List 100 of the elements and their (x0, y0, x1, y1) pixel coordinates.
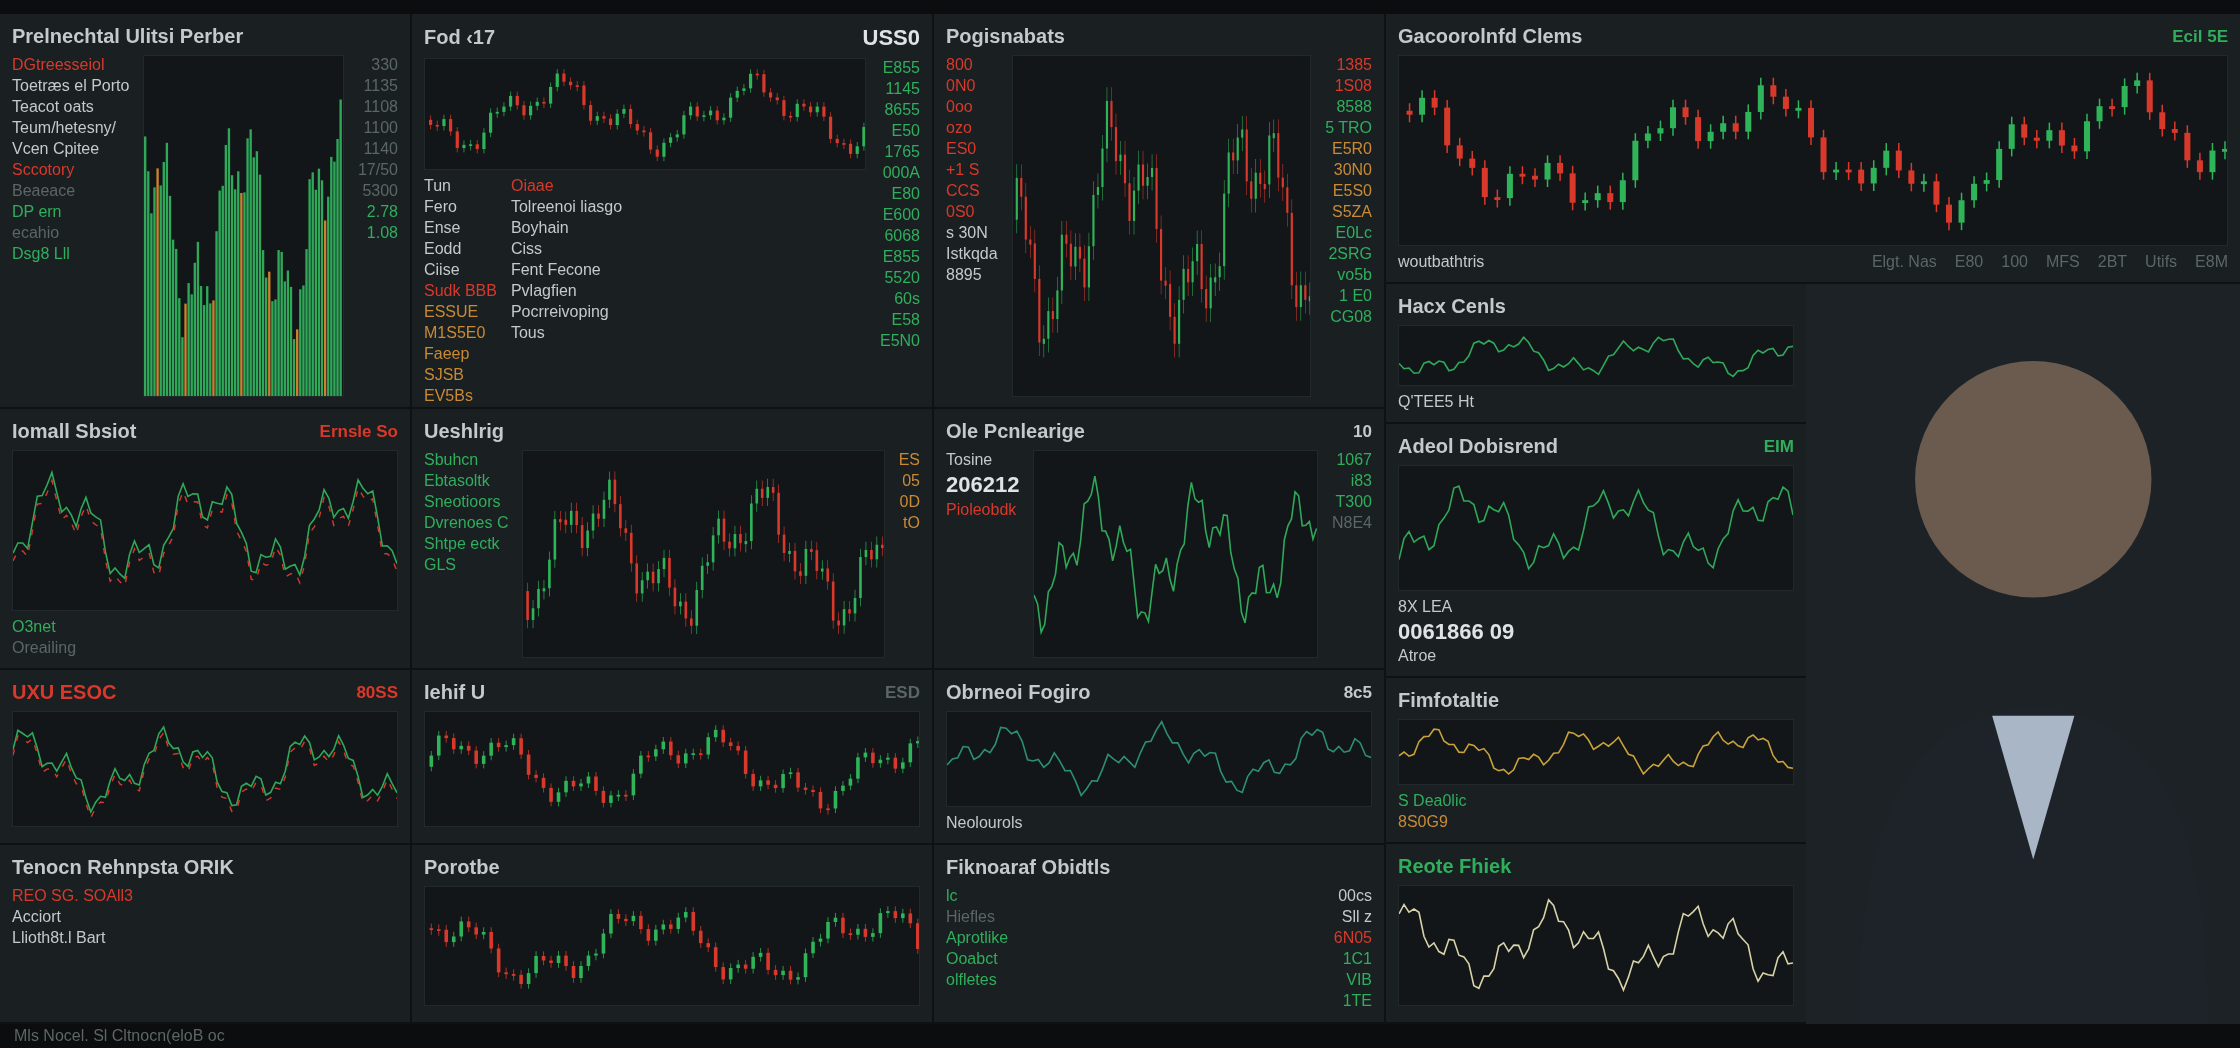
axis-label: 100 (2001, 252, 2028, 272)
data-label: olfletes (946, 969, 998, 990)
data-value: 1140 (363, 139, 398, 159)
data-value: 6N05 (1333, 927, 1372, 948)
panel-value: USS0 (862, 24, 920, 52)
panel-title: Fimfotaltie (1398, 688, 1500, 714)
data-label: Tolreenoi liasgo (510, 196, 623, 217)
data-label: ESSUE (424, 301, 480, 322)
panel-title: Adeol Dobisrend (1398, 434, 1558, 460)
data-label: Pvlagfien (510, 280, 578, 301)
data-value: VIB (1346, 969, 1372, 990)
data-value: 1108 (363, 97, 398, 117)
data-value: 30N0 (1333, 160, 1372, 180)
data-label: Beaeace (12, 181, 77, 201)
data-value: 1765 (884, 141, 920, 162)
data-value: 00cs (1338, 885, 1372, 906)
data-label: Fent Fecone (510, 259, 602, 280)
data-label: O3net (12, 616, 57, 637)
panel-title: Pogisnabats (946, 24, 1065, 49)
data-value: N8E4 (1331, 513, 1372, 534)
data-value: 17/50 (357, 160, 398, 180)
data-value: 000A (882, 162, 920, 183)
data-value: 2.78 (366, 202, 398, 222)
panel-title: Iomall Sbsiot (12, 419, 137, 445)
axis-label: Elgt. Nas (1871, 252, 1937, 272)
data-label: Boyhain (510, 217, 570, 238)
data-label: Sudk BBB (424, 280, 497, 301)
data-label: 8X LEA (1398, 596, 1454, 617)
data-value: 5 TRO (1325, 118, 1372, 138)
axis-label: E8M (2195, 252, 2228, 272)
data-label: Oiaae (510, 175, 555, 196)
panel-title: Gacoorolnfd Clems (1398, 24, 1583, 49)
data-label: Vcen Cpitee (12, 139, 101, 159)
data-label: s 30N (946, 223, 989, 243)
data-value: T300 (1335, 492, 1372, 513)
data-value: Sll z (1341, 906, 1372, 927)
data-label: DP ern (12, 202, 63, 222)
panel-title: Iehif U (424, 679, 486, 705)
data-label: 0061866 09 (1398, 617, 1515, 646)
data-label: Neolourols (946, 812, 1023, 833)
data-value: E855 (882, 246, 920, 267)
data-label: ecahio (12, 223, 61, 243)
panel-title: Ueshlrig (424, 419, 505, 445)
data-label: lc (946, 885, 959, 906)
data-label: SJSB (424, 364, 465, 385)
data-label: 0oo (946, 97, 974, 117)
panel-title: Tenocn Rehnpsta ORIK (12, 854, 234, 880)
data-value: 1100 (363, 118, 398, 138)
data-label: 206212 (946, 471, 1020, 499)
data-value: E855 (882, 57, 920, 78)
data-label: 0S0 (946, 202, 976, 222)
data-value: 5300 (362, 181, 398, 201)
data-value: 6068 (884, 225, 920, 246)
data-value: 1067 (1336, 450, 1372, 471)
data-label: woutbathtris (1398, 252, 1485, 272)
data-label: Shtpe ectk (424, 534, 501, 555)
data-label: Teum/hetesny/ (12, 118, 118, 138)
data-label: Pioleobdk (946, 499, 1018, 520)
data-label: +1 S (946, 160, 981, 180)
data-value: i83 (1350, 471, 1372, 492)
data-value: ES (898, 450, 920, 471)
data-value: 0D (899, 492, 920, 513)
data-label: Acciort (12, 906, 62, 927)
data-value: 1 E0 (1339, 286, 1372, 306)
data-value: 1.08 (366, 223, 398, 243)
data-value: 60s (894, 288, 920, 309)
data-label: Eodd (424, 238, 463, 259)
data-label: 800 (946, 55, 974, 75)
panel-value: Ecil 5E (2172, 25, 2228, 48)
data-label: DGtreesseiol (12, 55, 106, 75)
axis-label: 2BT (2097, 252, 2128, 272)
axis-label: Utifs (2145, 252, 2178, 272)
data-value: 2SRG (1328, 244, 1372, 264)
data-label: Toetræs el Porto (12, 76, 130, 96)
data-value: E600 (882, 204, 920, 225)
data-value: 5520 (884, 267, 920, 288)
data-value: 8655 (884, 99, 920, 120)
data-label: Sbuhcn (424, 450, 480, 471)
panel-title: Reote Fhiek (1398, 854, 1512, 880)
data-value: 1C1 (1342, 948, 1372, 969)
data-label: ozo (946, 118, 973, 138)
data-value: E5N0 (879, 330, 920, 351)
data-label: CCS (946, 181, 981, 201)
data-value: 1S08 (1334, 76, 1372, 96)
data-value: E5R0 (1331, 139, 1372, 159)
panel-value: EIM (1763, 436, 1794, 458)
data-value: E0Lc (1335, 223, 1372, 243)
data-label: Hiefles (946, 906, 996, 927)
data-label: Tosine (946, 450, 994, 471)
data-value: 330 (371, 55, 398, 75)
data-value: vo5b (1337, 265, 1372, 285)
data-value: CG08 (1330, 307, 1372, 327)
data-label: Ciise (424, 259, 461, 280)
data-label: Tous (510, 322, 546, 343)
data-label: EV5Bs (424, 385, 474, 406)
data-label: Q'TEE5 Ht (1398, 392, 1474, 413)
data-value: E80 (891, 183, 920, 204)
data-label: Faeep (424, 343, 471, 364)
data-value: E50 (891, 120, 920, 141)
panel-value: 80SS (356, 681, 398, 703)
